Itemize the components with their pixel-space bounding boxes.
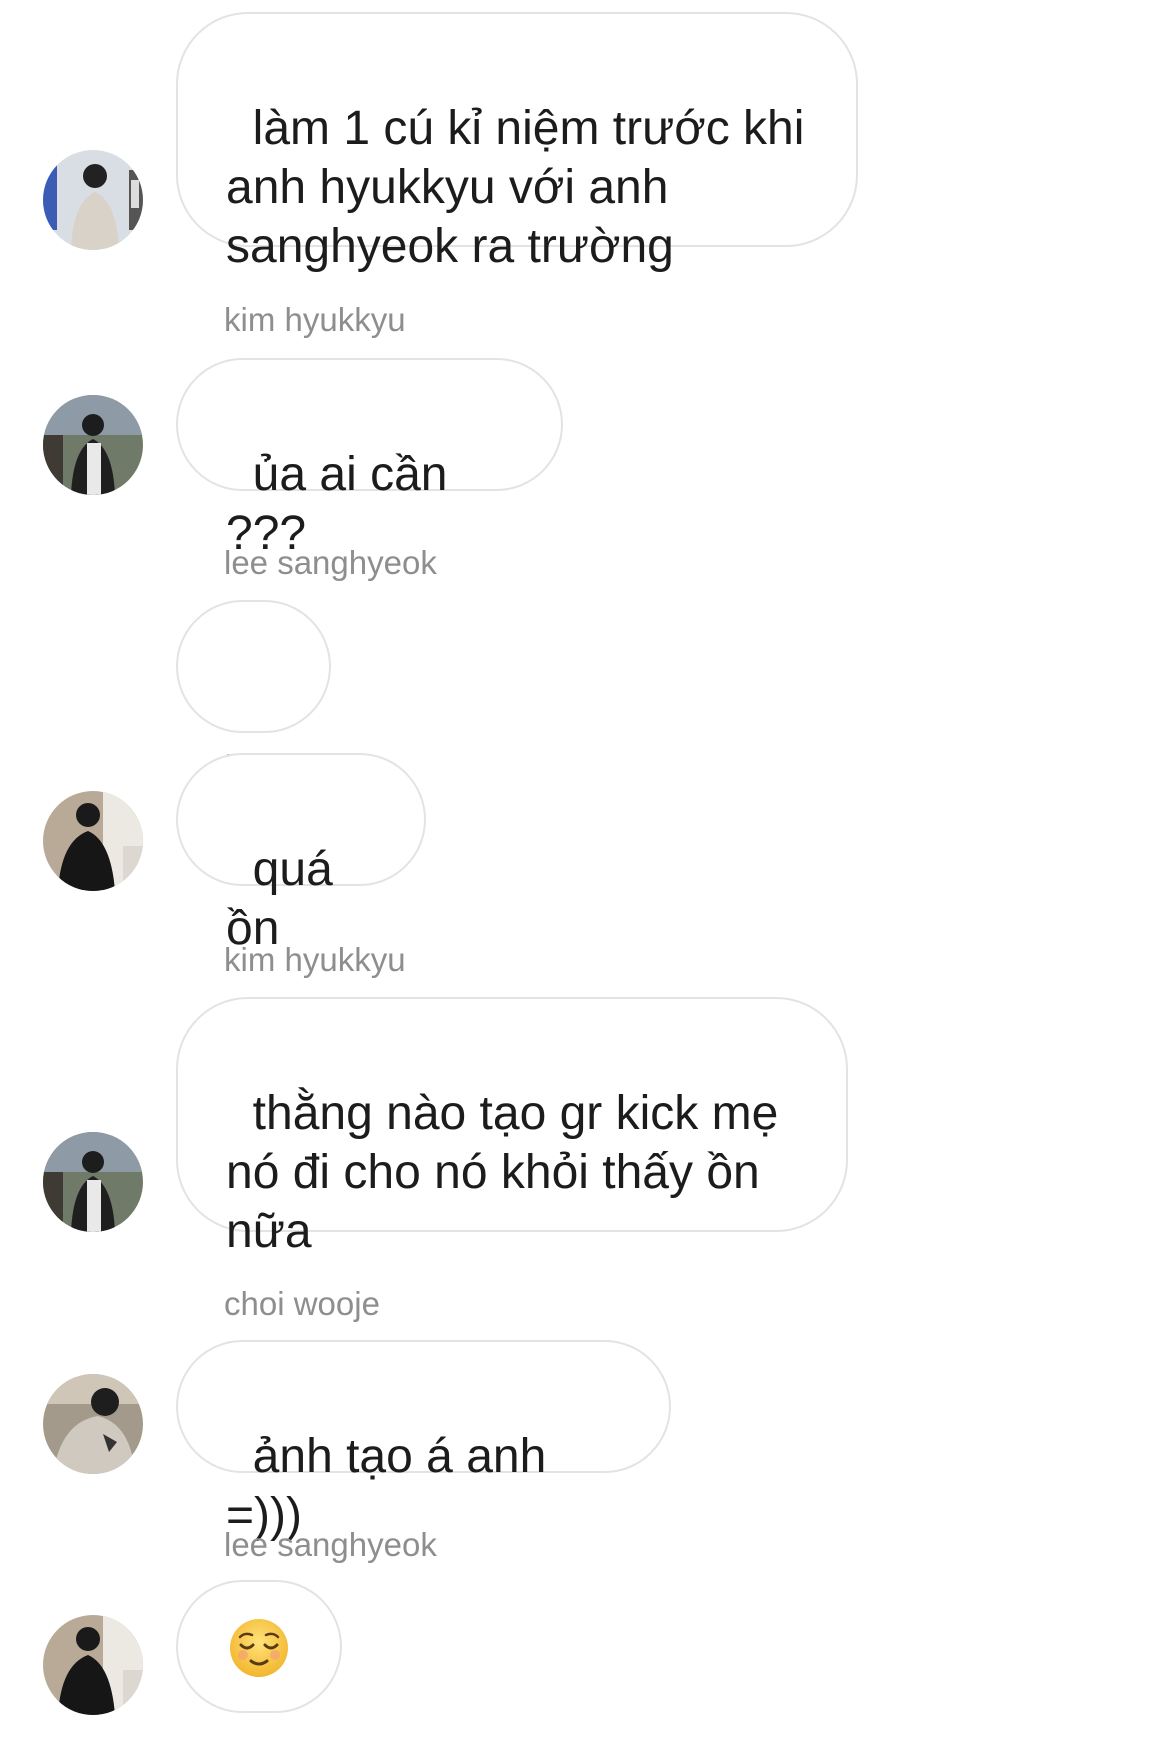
avatar[interactable]: [43, 1615, 143, 1715]
message-bubble[interactable]: ủa ai cần ???: [176, 358, 563, 560]
message-text: thằng nào tạo gr kick mẹ nó đi cho nó kh…: [226, 1087, 779, 1258]
avatar[interactable]: [43, 1374, 143, 1474]
avatar-photo: [43, 1615, 143, 1715]
message-bubble[interactable]: quá ồn: [176, 753, 426, 955]
avatar-photo: [43, 791, 143, 891]
avatar-photo: [43, 150, 143, 250]
message-bubble[interactable]: [176, 1580, 342, 1713]
avatar[interactable]: [43, 395, 143, 495]
message-bubble[interactable]: làm 1 cú kỉ niệm trước khi anh hyukkyu v…: [176, 12, 858, 273]
message-bubble[interactable]: ảnh tạo á anh =))): [176, 1340, 671, 1542]
avatar-photo: [43, 1132, 143, 1232]
sender-name: kim hyukkyu: [224, 301, 406, 338]
message-bubble[interactable]: thằng nào tạo gr kick mẹ nó đi cho nó kh…: [176, 997, 848, 1258]
avatar[interactable]: [43, 150, 143, 250]
message-text: làm 1 cú kỉ niệm trước khi anh hyukkyu v…: [226, 102, 805, 273]
relieved-face-emoji: [230, 1619, 288, 1677]
sender-name: lee sanghyeok: [224, 544, 437, 581]
sender-name: kim hyukkyu: [224, 941, 406, 978]
avatar[interactable]: [43, 791, 143, 891]
avatar[interactable]: [43, 1132, 143, 1232]
message-text: quá ồn: [226, 843, 347, 955]
sender-name: choi wooje: [224, 1285, 380, 1322]
sender-name: lee sanghyeok: [224, 1526, 437, 1563]
avatar-photo: [43, 395, 143, 495]
avatar-photo: [43, 1374, 143, 1474]
message-bubble[interactable]: ồn: [176, 600, 331, 802]
